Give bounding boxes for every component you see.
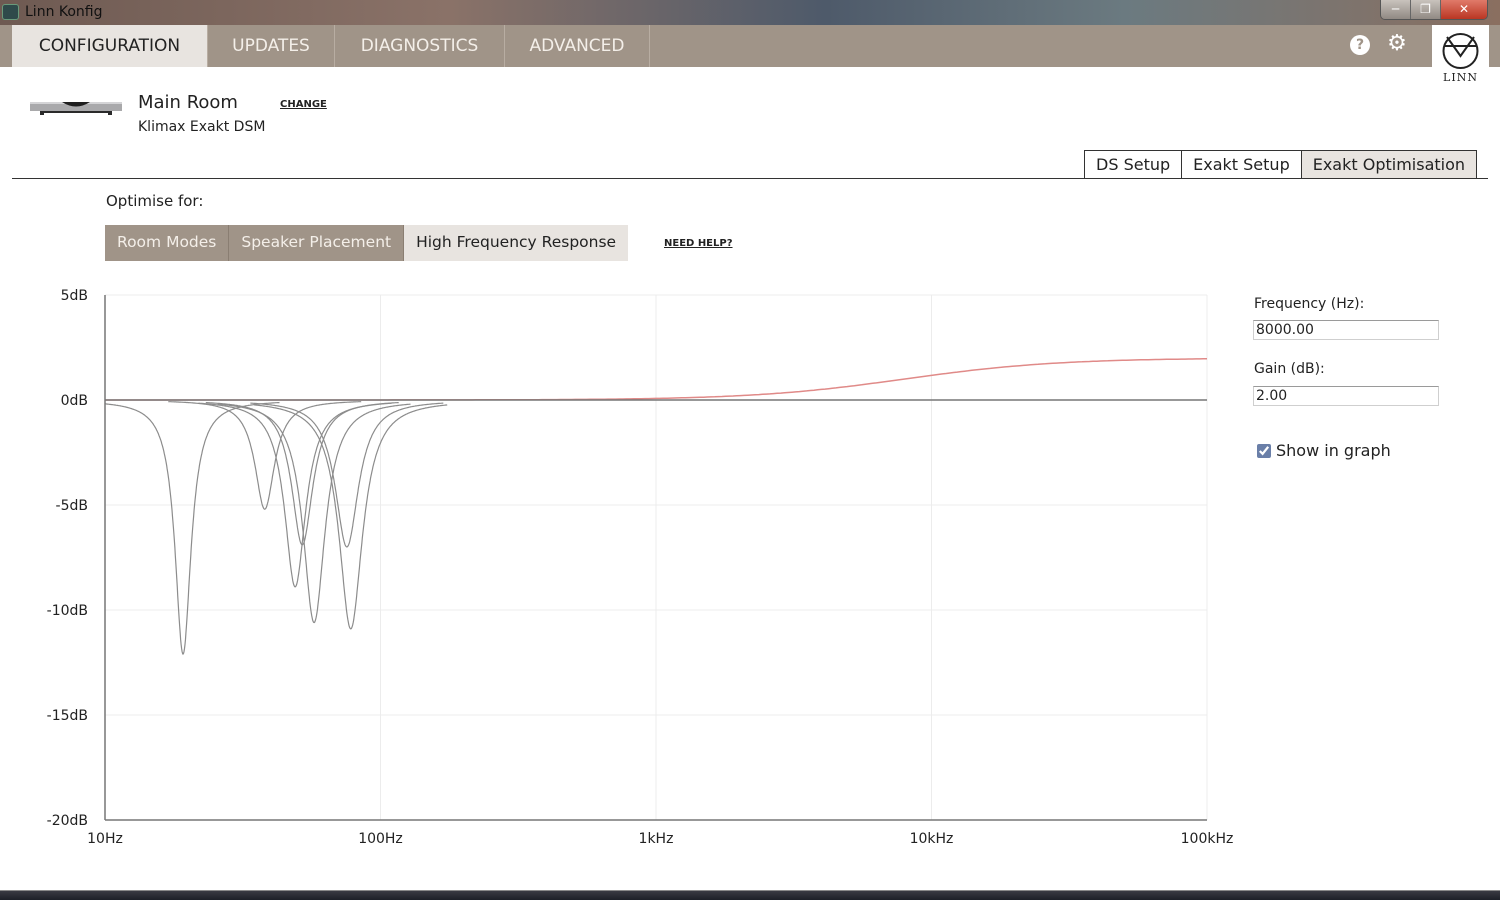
show-in-graph-toggle[interactable]: Show in graph	[1257, 441, 1391, 460]
setup-tabs: DS Setup Exakt Setup Exakt Optimisation	[1084, 150, 1478, 179]
notch-curve	[217, 403, 411, 624]
notch-curve	[168, 401, 362, 510]
optimise-label: Optimise for:	[106, 192, 204, 210]
restore-button[interactable]: ❐	[1411, 0, 1441, 19]
tab-exakt-setup[interactable]: Exakt Setup	[1182, 151, 1302, 178]
frequency-label: Frequency (Hz):	[1254, 296, 1365, 312]
y-tick-label: 0dB	[61, 393, 88, 409]
x-tick-label: 10Hz	[87, 831, 123, 847]
room-name: Main Room	[138, 92, 238, 113]
y-tick-label: -20dB	[47, 813, 88, 829]
chart-grid	[105, 294, 1208, 820]
frequency-input[interactable]	[1253, 320, 1439, 340]
linn-logo: LINN	[1432, 25, 1489, 96]
close-button[interactable]: ✕	[1441, 0, 1487, 19]
x-tick-label: 100Hz	[358, 831, 403, 847]
tab-advanced[interactable]: ADVANCED	[505, 25, 650, 67]
gear-icon[interactable]: ⚙	[1387, 33, 1407, 55]
window-controls: ─ ❐ ✕	[1380, 0, 1488, 20]
linn-logo-icon	[1442, 33, 1479, 69]
change-device-link[interactable]: CHANGE	[280, 99, 327, 110]
device-model: Klimax Exakt DSM	[138, 119, 266, 135]
gain-input[interactable]	[1253, 386, 1439, 406]
os-taskbar	[0, 890, 1500, 900]
tab-updates[interactable]: UPDATES	[208, 25, 335, 67]
divider	[12, 178, 1488, 179]
response-chart: 5dB 0dB -5dB -10dB -15dB -20dB 10Hz 100Hz 1kHz 10…	[47, 288, 1234, 847]
notch-curve	[105, 401, 280, 656]
gain-label: Gain (dB):	[1254, 361, 1325, 377]
tab-room-modes[interactable]: Room Modes	[105, 225, 230, 261]
chart-ticks: 5dB 0dB -5dB -10dB -15dB -20dB 10Hz 100Hz 1kHz 10…	[47, 288, 1234, 847]
main-nav: CONFIGURATION UPDATES DIAGNOSTICS ADVANC…	[0, 25, 1500, 67]
notch-curve	[198, 402, 392, 588]
optimise-tabs: Room Modes Speaker Placement High Freque…	[105, 225, 629, 261]
window-title: Linn Konfig	[25, 4, 103, 20]
app-icon	[2, 4, 19, 20]
show-in-graph-label: Show in graph	[1276, 441, 1391, 460]
notch-curve	[254, 404, 448, 630]
tab-diagnostics[interactable]: DIAGNOSTICS	[335, 25, 505, 67]
tab-high-frequency-response[interactable]: High Frequency Response	[404, 225, 629, 261]
x-tick-label: 1kHz	[639, 831, 674, 847]
minimize-button[interactable]: ─	[1381, 0, 1411, 19]
linn-logo-text: LINN	[1443, 71, 1478, 84]
y-tick-label: -10dB	[47, 603, 88, 619]
y-tick-label: 5dB	[61, 288, 88, 304]
tab-speaker-placement[interactable]: Speaker Placement	[229, 225, 405, 261]
need-help-link[interactable]: NEED HELP?	[664, 238, 733, 249]
window-titlebar: Linn Konfig ─ ❐ ✕	[0, 0, 1500, 25]
show-in-graph-checkbox[interactable]	[1257, 443, 1271, 458]
tab-ds-setup[interactable]: DS Setup	[1085, 151, 1183, 178]
tab-exakt-optimisation[interactable]: Exakt Optimisation	[1301, 151, 1477, 178]
x-tick-label: 10kHz	[910, 831, 954, 847]
x-tick-label: 100kHz	[1181, 831, 1234, 847]
device-image	[30, 102, 122, 115]
tab-configuration[interactable]: CONFIGURATION	[12, 25, 208, 67]
help-icon[interactable]: ?	[1350, 35, 1370, 55]
y-tick-label: -15dB	[47, 708, 88, 724]
y-tick-label: -5dB	[56, 498, 88, 514]
